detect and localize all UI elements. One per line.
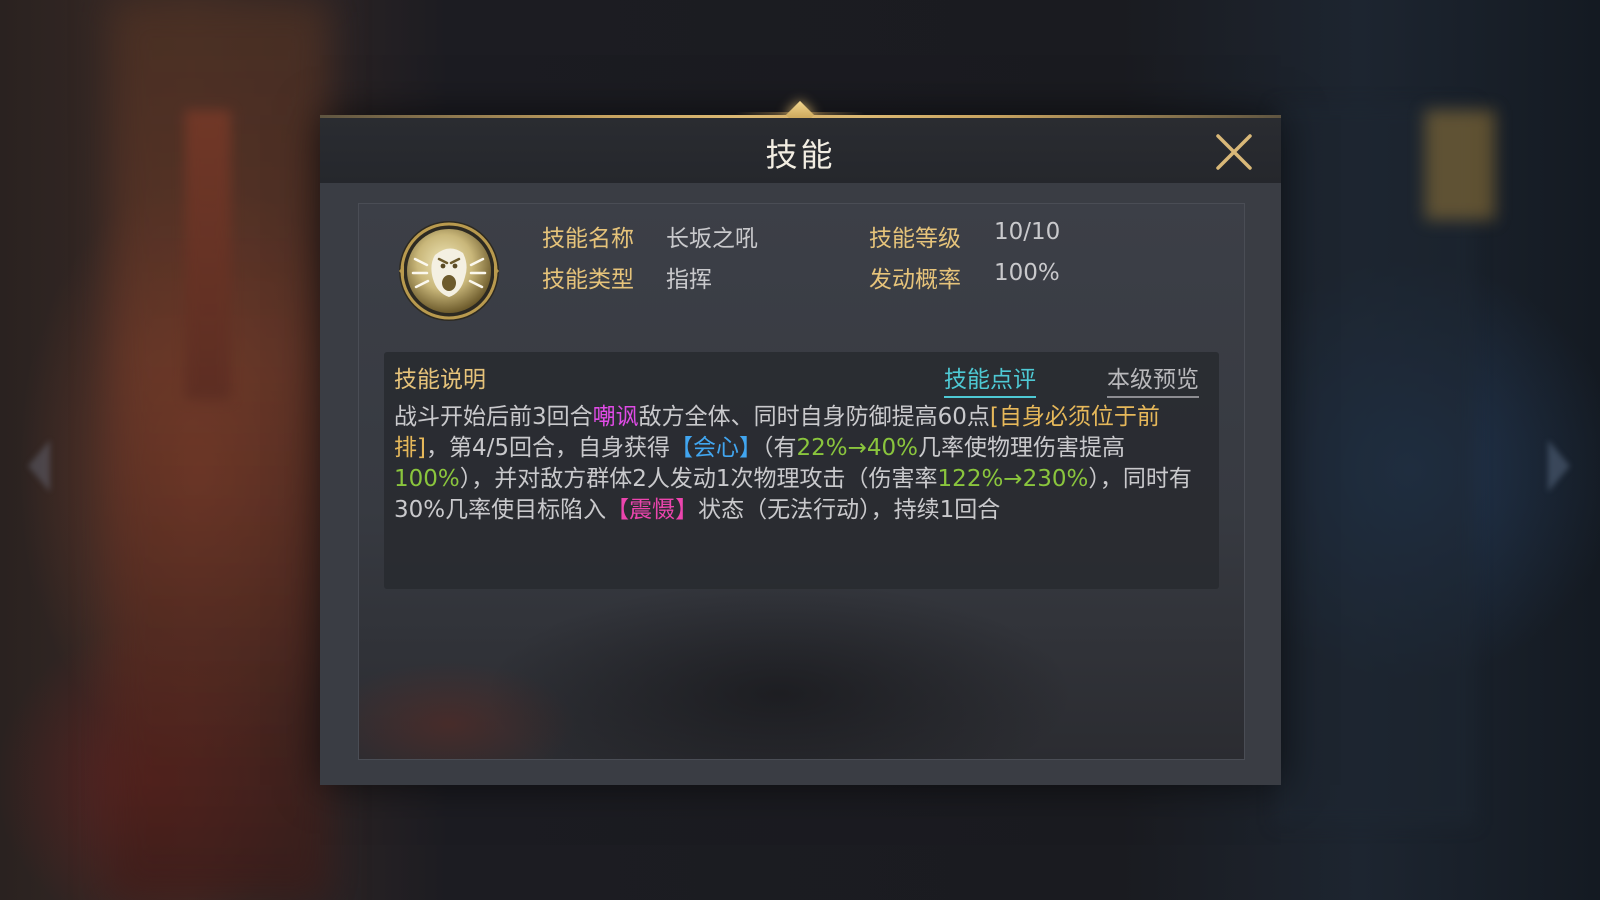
skill-type-value: 指挥 — [666, 267, 712, 293]
taunt-keyword: 嘲讽 — [592, 404, 639, 430]
level-preview-link[interactable]: 本级预览 — [1107, 360, 1199, 398]
background-banner — [185, 110, 231, 400]
desc-text: 几率使物理伤害提高 — [918, 435, 1126, 461]
damage-rate-value: 122%→230% — [937, 466, 1089, 492]
close-icon — [1216, 134, 1252, 170]
skill-review-link[interactable]: 技能点评 — [944, 360, 1036, 398]
desc-text: 状态（无法行动），持续1回合 — [698, 497, 1001, 523]
background-gold-tab — [1425, 110, 1495, 220]
damage-bonus-value: 100% — [394, 466, 460, 492]
close-button[interactable] — [1210, 128, 1258, 176]
skill-dialog: 技能 技能名称 长坂之吼 技能等级 10/10 技能类型 指挥 发动概率 100… — [320, 100, 1281, 785]
crit-chance-value: 22%→40% — [796, 435, 919, 461]
skill-description-text: 战斗开始后前3回合嘲讽敌方全体、同时自身防御提高60点[自身必须位于前排]，第4… — [394, 402, 1209, 526]
stun-status-keyword: 【震慑】 — [606, 497, 699, 523]
game-screen: 技能 技能名称 长坂之吼 技能等级 10/10 技能类型 指挥 发动概率 100… — [0, 0, 1600, 900]
skill-description-title: 技能说明 — [394, 367, 486, 393]
trigger-chance-value: 100% — [994, 260, 1060, 286]
skill-name-value: 长坂之吼 — [666, 226, 758, 252]
dialog-header: 技能 — [320, 118, 1281, 183]
trigger-chance-label: 发动概率 — [869, 267, 961, 293]
background-left-arrow-icon — [28, 440, 50, 492]
desc-text: ），并对敌方群体2人发动1次物理攻击（伤害率 — [459, 466, 938, 492]
background-right-arrow-icon — [1548, 440, 1570, 492]
skill-description-panel: 技能说明 技能点评 本级预览 战斗开始后前3回合嘲讽敌方全体、同时自身防御提高6… — [384, 352, 1219, 589]
skill-level-label: 技能等级 — [869, 226, 961, 252]
skill-name-label: 技能名称 — [542, 226, 634, 252]
roaring-face-icon — [399, 221, 499, 321]
skill-type-label: 技能类型 — [542, 267, 634, 293]
crit-status-keyword: 【会心】 — [670, 435, 762, 461]
desc-text: 战斗开始后前3回合 — [394, 404, 593, 430]
dialog-title: 技能 — [765, 136, 836, 174]
desc-text: ，第4/5回合，自身获得 — [425, 435, 670, 461]
dialog-body: 技能名称 长坂之吼 技能等级 10/10 技能类型 指挥 发动概率 100% 技… — [358, 203, 1245, 760]
desc-text: （有 — [762, 435, 797, 461]
desc-text: 敌方全体、同时自身防御提高60点 — [638, 404, 990, 430]
skill-level-value: 10/10 — [994, 219, 1061, 245]
skill-icon — [397, 219, 501, 323]
